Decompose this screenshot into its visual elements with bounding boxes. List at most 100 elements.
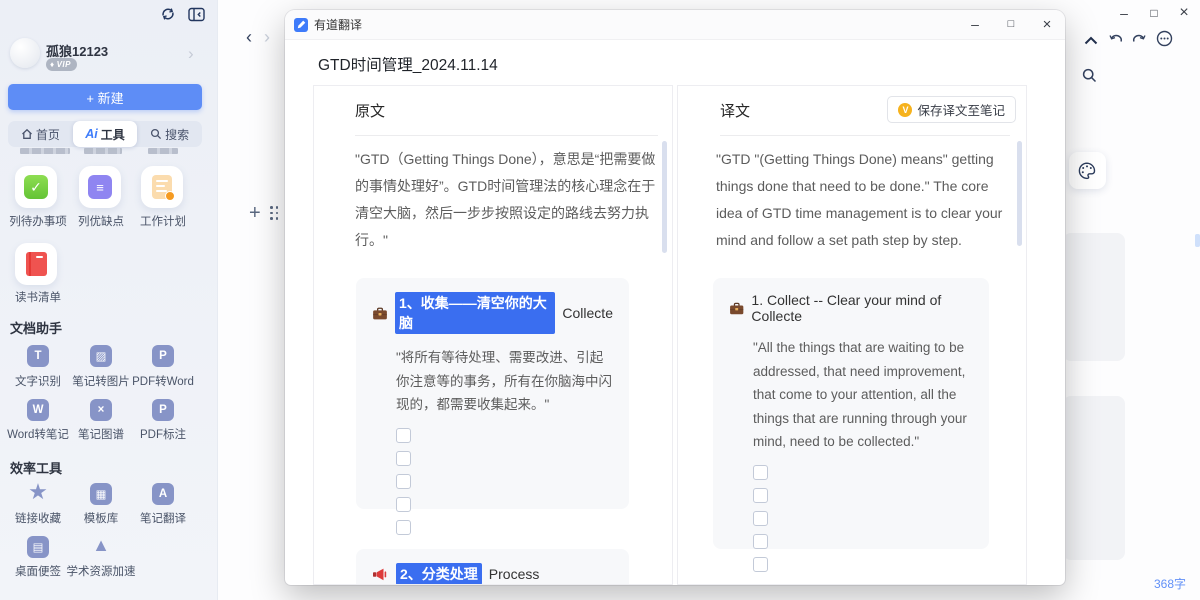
dialog-maximize-icon[interactable]: □	[999, 14, 1023, 34]
collapse-sidebar-icon[interactable]	[187, 5, 205, 23]
checkbox[interactable]	[396, 451, 411, 466]
page-search-icon[interactable]	[1080, 66, 1098, 84]
checkbox[interactable]	[396, 474, 411, 489]
sync-icon[interactable]	[159, 5, 177, 23]
ai-tool-pros-cons[interactable]: ≡	[79, 166, 121, 208]
tool-label[interactable]: 笔记图谱	[78, 426, 124, 442]
maximize-icon[interactable]: □	[1142, 3, 1166, 23]
note-to-image-icon[interactable]: ▨	[90, 345, 112, 367]
tool-label[interactable]: 链接收藏	[15, 510, 61, 526]
checkbox[interactable]	[753, 557, 768, 572]
tab-home[interactable]: 首页	[8, 121, 73, 147]
close-icon[interactable]: ×	[1172, 3, 1196, 23]
checkbox[interactable]	[753, 465, 768, 480]
pros-cons-icon: ≡	[88, 175, 112, 199]
background-card	[1063, 396, 1125, 560]
avatar[interactable]	[10, 38, 40, 68]
pdf-annotate-icon[interactable]: P	[152, 399, 174, 421]
translate-app-icon	[294, 18, 308, 32]
tool-label[interactable]: 列优缺点	[78, 213, 124, 229]
tool-label[interactable]: 文字识别	[15, 373, 61, 389]
clipped-label	[148, 148, 178, 154]
divider	[355, 135, 658, 136]
drag-handle-icon[interactable]	[270, 206, 279, 220]
clipped-label	[84, 148, 122, 154]
word-to-note-icon[interactable]: W	[27, 399, 49, 421]
nav-forward-icon[interactable]: ›	[264, 28, 270, 46]
checkbox[interactable]	[753, 488, 768, 503]
tool-label[interactable]: 笔记转图片	[72, 373, 130, 389]
vip-badge: ♦ VIP	[46, 58, 77, 71]
theme-palette-button[interactable]	[1069, 152, 1106, 189]
ai-tool-todo-list[interactable]: ✓	[15, 166, 57, 208]
undo-icon[interactable]	[1107, 30, 1125, 48]
checkbox[interactable]	[396, 520, 411, 535]
source-paragraph: "GTD（Getting Things Done），意思是“把需要做的事情处理好…	[355, 146, 657, 254]
sidebar-tabs: 首页 Ai 工具 搜索	[8, 121, 202, 147]
tab-ai-tools[interactable]: Ai 工具	[73, 121, 138, 147]
desktop-sticky-icon[interactable]: ▤	[27, 536, 49, 558]
target-header: 译文	[720, 100, 750, 121]
pdf-to-word-icon[interactable]: P	[152, 345, 174, 367]
tool-label[interactable]: PDF转Word	[132, 373, 194, 389]
palette-icon	[1078, 162, 1097, 180]
tool-label[interactable]: 笔记翻译	[140, 510, 186, 526]
vip-feature-icon: V	[898, 103, 912, 117]
minimize-icon[interactable]: –	[1112, 3, 1136, 23]
source-checkbox-list	[396, 428, 613, 535]
new-note-button[interactable]: + 新建	[8, 84, 202, 110]
collapse-toolbar-icon[interactable]	[1082, 31, 1100, 49]
checkbox[interactable]	[753, 534, 768, 549]
source-panel: 原文 "GTD（Getting Things Done），意思是“把需要做的事情…	[313, 85, 673, 585]
dialog-close-icon[interactable]: ×	[1035, 14, 1059, 34]
tool-label[interactable]: Word转笔记	[7, 426, 69, 442]
note-graph-icon[interactable]: ×	[90, 399, 112, 421]
ai-icon: Ai	[85, 127, 98, 141]
note-title: GTD时间管理_2024.11.14	[318, 53, 498, 75]
tool-label[interactable]: 桌面便签	[15, 563, 61, 579]
search-icon	[150, 128, 162, 140]
checkbox[interactable]	[753, 511, 768, 526]
note-translate-icon[interactable]: A	[152, 483, 174, 505]
tool-label[interactable]: 学术资源加速	[67, 563, 136, 579]
checkbox[interactable]	[396, 497, 411, 512]
clipped-label	[20, 148, 70, 154]
youdao-translate-dialog: 有道翻译 – □ × GTD时间管理_2024.11.14 原文 "GTD（Ge…	[285, 10, 1065, 585]
chevron-right-icon[interactable]: ›	[188, 44, 194, 64]
checkbox[interactable]	[396, 428, 411, 443]
section-title-doc-helper: 文档助手	[10, 318, 62, 337]
tool-label[interactable]: 列待办事项	[9, 213, 67, 229]
target-section-collect: 1. Collect -- Clear your mind of Collect…	[713, 278, 989, 549]
template-library-icon[interactable]: ▦	[90, 483, 112, 505]
dialog-minimize-icon[interactable]: –	[963, 14, 987, 34]
target-panel: 译文 V 保存译文至笔记 "GTD "(Getting Things Done)…	[677, 85, 1027, 585]
target-scrollbar[interactable]	[1017, 141, 1022, 246]
divider	[720, 135, 1010, 136]
todo-list-icon: ✓	[24, 175, 48, 199]
highlighted-heading[interactable]: 1、收集——清空你的大脑	[395, 292, 555, 334]
more-options-icon[interactable]	[1155, 29, 1173, 47]
source-section-body: "将所有等待处理、需要改进、引起你注意等的事务，所有在你脑海中闪现的，都需要收集…	[396, 346, 613, 417]
source-scrollbar[interactable]	[662, 141, 667, 253]
add-block-icon[interactable]: +	[249, 203, 261, 223]
target-section-heading: 1. Collect -- Clear your mind of Collect…	[751, 292, 973, 324]
tool-label[interactable]: 读书清单	[15, 289, 61, 305]
tool-label[interactable]: PDF标注	[140, 426, 186, 442]
section-title-efficiency: 效率工具	[10, 458, 62, 477]
ai-tool-reading-list[interactable]	[15, 243, 57, 285]
highlighted-heading[interactable]: 2、分类处理	[396, 563, 482, 585]
redo-icon[interactable]	[1130, 30, 1148, 48]
academic-boost-icon[interactable]: ▲	[90, 534, 112, 556]
save-translation-button[interactable]: V 保存译文至笔记	[887, 96, 1016, 123]
tool-label[interactable]: 模板库	[84, 510, 119, 526]
link-favorite-icon[interactable]: ★	[27, 481, 49, 503]
target-section-body: "All the things that are waiting to be a…	[753, 336, 973, 454]
source-section-process: 2、分类处理 Process	[356, 549, 629, 585]
dialog-titlebar[interactable]: 有道翻译 – □ ×	[285, 10, 1065, 40]
ocr-icon[interactable]: T	[27, 345, 49, 367]
ai-tool-work-plan[interactable]	[141, 166, 183, 208]
tab-search[interactable]: 搜索	[137, 121, 202, 147]
nav-back-icon[interactable]: ‹	[246, 28, 252, 46]
tool-label[interactable]: 工作计划	[140, 213, 186, 229]
main-window-controls: – □ ×	[1112, 3, 1196, 23]
